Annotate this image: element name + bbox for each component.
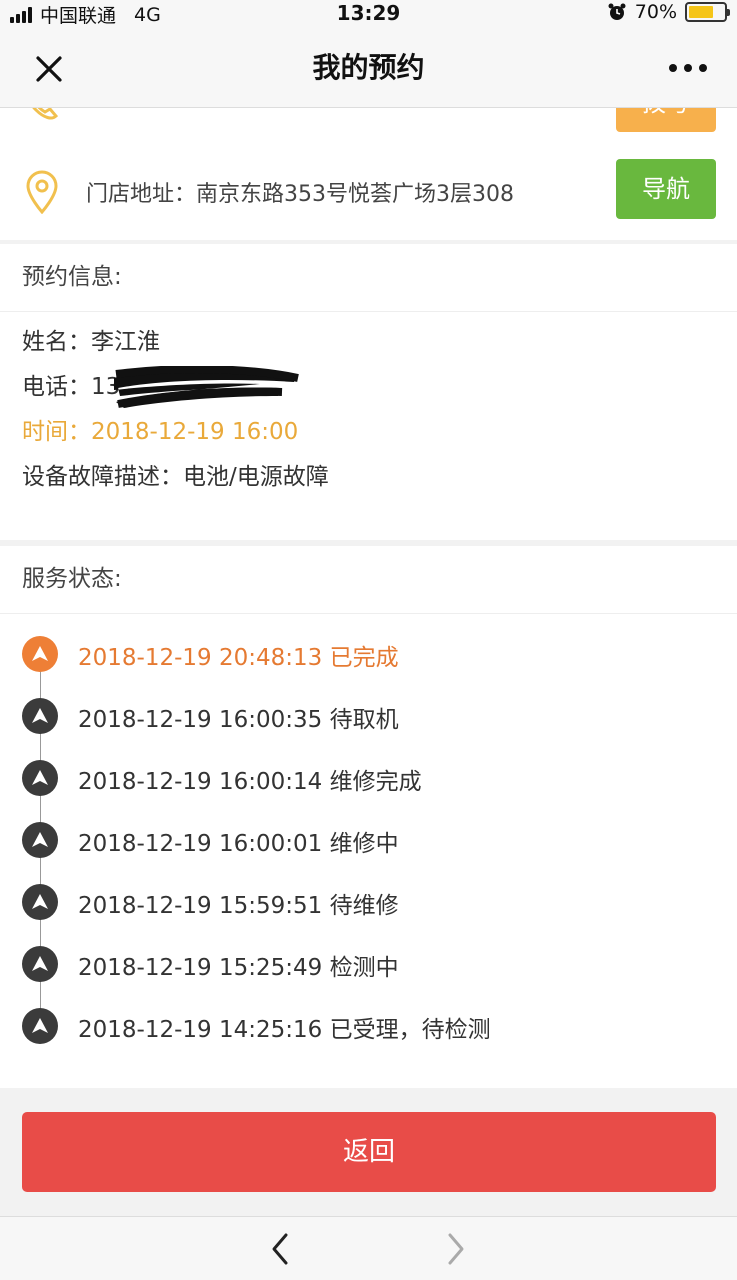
forward-arrow-icon[interactable] [444, 1231, 468, 1267]
booking-name: 姓名：李江淮 [22, 329, 160, 355]
back-arrow-icon[interactable] [268, 1231, 292, 1267]
navigation-arrow-icon [22, 636, 58, 672]
timeline-item-text: 2018-12-19 20:48:13 已完成 [78, 645, 399, 671]
navigation-arrow-icon [22, 822, 58, 858]
navigate-button[interactable]: 导航 [616, 159, 716, 219]
timeline-item-text: 2018-12-19 15:59:51 待维修 [78, 893, 399, 919]
back-button[interactable]: 返回 [22, 1112, 716, 1192]
timeline-item: 2018-12-19 15:59:51 待维修 [22, 883, 622, 923]
timeline-item: 2018-12-19 16:00:14 维修完成 [22, 759, 622, 799]
phone-icon [32, 108, 59, 120]
timeline-item-text: 2018-12-19 16:00:35 待取机 [78, 707, 399, 733]
timeline-item: 2018-12-19 16:00:01 维修中 [22, 821, 622, 861]
timeline-item-text: 2018-12-19 14:25:16 已受理，待检测 [78, 1017, 491, 1043]
service-status-heading: 服务状态: [0, 546, 737, 614]
navigation-arrow-icon [22, 946, 58, 982]
status-right: 70% [607, 1, 730, 23]
battery-percent: 70% [634, 1, 677, 23]
status-bar: 中国联通 4G 13:29 70% [0, 0, 737, 28]
timeline-item: 2018-12-19 16:00:35 待取机 [22, 697, 622, 737]
call-button[interactable]: 拨号 [616, 108, 716, 132]
booking-time: 时间：2018-12-19 16:00 [22, 419, 299, 445]
timeline-item-text: 2018-12-19 16:00:01 维修中 [78, 831, 399, 857]
location-pin-icon [26, 170, 58, 214]
timeline-item: 2018-12-19 20:48:13 已完成 [22, 635, 622, 675]
navigation-arrow-icon [22, 760, 58, 796]
timeline-item-text: 2018-12-19 16:00:14 维修完成 [78, 769, 422, 795]
browser-bottom-bar [0, 1216, 737, 1280]
nav-bar: 我的预约 [0, 28, 737, 108]
timeline-item: 2018-12-19 15:25:49 检测中 [22, 945, 622, 985]
battery-icon [685, 2, 730, 22]
booking-info-heading: 预约信息: [0, 244, 737, 312]
navigation-arrow-icon [22, 884, 58, 920]
timeline-item: 2018-12-19 14:25:16 已受理，待检测 [22, 1007, 622, 1047]
store-phone: 58904 [86, 108, 156, 113]
navigation-arrow-icon [22, 698, 58, 734]
redaction-scribble [114, 366, 299, 408]
navigation-arrow-icon [22, 1008, 58, 1044]
store-address: 门店地址：南京东路353号悦荟广场3层308 [86, 182, 514, 207]
store-card: 58904 拨号 门店地址：南京东路353号悦荟广场3层308 导航 [0, 108, 737, 240]
store-phone-row: 58904 拨号 [0, 108, 737, 138]
alarm-icon [608, 3, 626, 20]
timeline-item-text: 2018-12-19 15:25:49 检测中 [78, 955, 399, 981]
page-title: 我的预约 [312, 51, 425, 84]
battery-fill [689, 6, 713, 18]
more-icon[interactable] [669, 64, 707, 72]
booking-fault: 设备故障描述：电池/电源故障 [22, 464, 329, 490]
store-address-row: 门店地址：南京东路353号悦荟广场3层308 导航 [0, 156, 737, 226]
